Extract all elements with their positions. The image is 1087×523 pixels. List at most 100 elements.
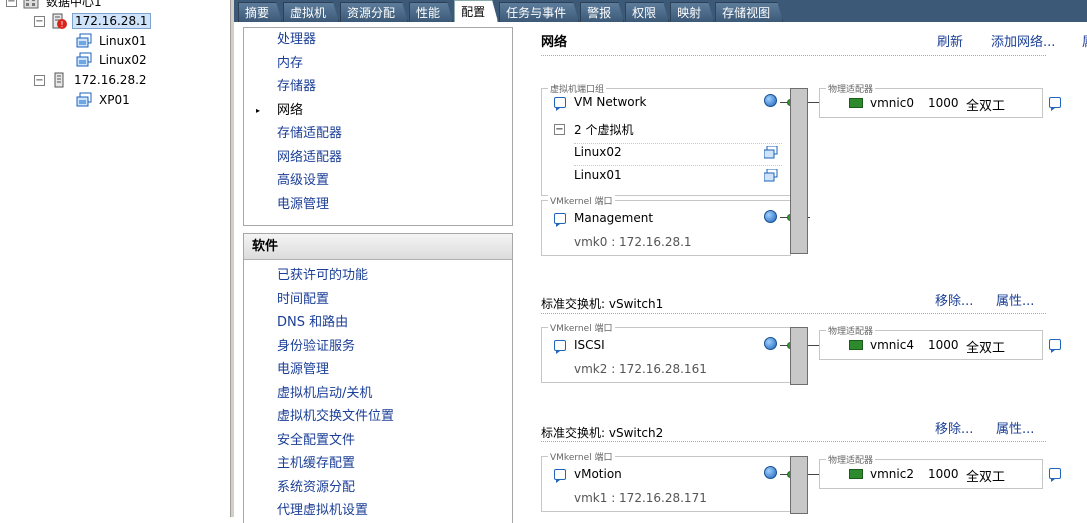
svg-text:!: ! <box>60 20 63 29</box>
hardware-section: 处理器 内存 存储器 ▸ 网络 存储适配器 网络适配器 高级设置 电源管理 <box>243 27 513 226</box>
tab-maps[interactable]: 映射 <box>670 2 714 22</box>
vm-name[interactable]: Linux01 <box>574 168 622 182</box>
software-header: 软件 <box>244 234 512 260</box>
vm-name[interactable]: Linux02 <box>574 145 622 159</box>
nic-name: vmnic2 <box>870 467 914 481</box>
nav-storage[interactable]: 存储器 <box>244 75 512 99</box>
separator <box>541 55 1046 56</box>
separator <box>574 165 782 166</box>
globe-icon[interactable] <box>764 466 777 479</box>
config-nav: 处理器 内存 存储器 ▸ 网络 存储适配器 网络适配器 高级设置 电源管理 软件… <box>243 27 513 523</box>
comment-icon[interactable] <box>1049 468 1061 482</box>
vm-icon <box>76 33 92 49</box>
tree-label-vm: Linux02 <box>99 53 147 67</box>
comment-icon[interactable] <box>1049 97 1061 111</box>
vm-port-group-box: 虚拟机端口组 VM Network − 2 个虚拟机 Linux02 Linux… <box>541 82 791 196</box>
software-section: 软件 已获许可的功能 时间配置 DNS 和路由 身份验证服务 电源管理 虚拟机启… <box>243 233 513 523</box>
globe-icon[interactable] <box>764 337 777 350</box>
tab-summary[interactable]: 摘要 <box>238 2 282 22</box>
tab-resource-allocation[interactable]: 资源分配 <box>340 2 408 22</box>
vmkernel-ip: vmk0 : 172.16.28.1 <box>574 235 692 249</box>
vswitch1-bar <box>790 327 808 385</box>
nav-processors[interactable]: 处理器 <box>244 28 512 52</box>
globe-icon[interactable] <box>764 210 777 223</box>
datacenter-icon <box>23 0 39 9</box>
tree-label-vm: XP01 <box>99 93 130 107</box>
vm-icon <box>76 92 92 108</box>
tab-bar: 摘要 虚拟机 资源分配 性能 配置 任务与事件 警报 权限 映射 存储视图 <box>234 0 1087 22</box>
remove-link[interactable]: 移除... <box>935 290 973 309</box>
vm-icon <box>763 145 778 159</box>
group-legend: VMkernel 端口 <box>548 194 615 207</box>
tree-node-vm-linux02[interactable]: Linux02 <box>76 51 149 69</box>
tab-alarms[interactable]: 警报 <box>580 2 624 22</box>
group-legend: 物理适配器 <box>826 324 876 337</box>
group-legend: 虚拟机端口组 <box>548 82 607 95</box>
nic-icon <box>849 98 863 108</box>
vswitch1-title: 标准交换机: vSwitch1 <box>541 297 664 311</box>
nav-system-resource-allocation[interactable]: 系统资源分配 <box>244 476 512 500</box>
nav-authentication-services[interactable]: 身份验证服务 <box>244 335 512 359</box>
nav-networking[interactable]: ▸ 网络 <box>244 99 512 123</box>
tab-permissions[interactable]: 权限 <box>625 2 669 22</box>
vmkernel-port-box: VMkernel 端口 vMotion vmk1 : 172.16.28.171 <box>541 450 791 512</box>
tree-label-host1: 172.16.28.1 <box>72 13 151 29</box>
separator <box>541 441 1046 442</box>
tab-vms[interactable]: 虚拟机 <box>283 2 339 22</box>
properties-link[interactable]: 属性... <box>996 290 1034 309</box>
collapse-icon[interactable]: − <box>6 0 17 7</box>
comment-icon[interactable] <box>554 97 566 111</box>
nic-speed: 1000 <box>928 338 959 352</box>
nav-memory[interactable]: 内存 <box>244 52 512 76</box>
tree-node-host2[interactable]: − 172.16.28.2 <box>34 71 149 89</box>
separator <box>574 143 782 144</box>
nic-icon <box>849 340 863 350</box>
vswitch2-bar <box>790 456 808 514</box>
vmkernel-name: ISCSI <box>574 338 605 352</box>
tab-configuration[interactable]: 配置 <box>454 0 498 22</box>
collapse-icon[interactable]: − <box>34 74 45 86</box>
host-icon <box>51 72 67 88</box>
tree-node-datacenter[interactable]: − 数据中心1 <box>6 0 104 10</box>
nav-power-management[interactable]: 电源管理 <box>244 193 512 217</box>
collapse-icon[interactable]: − <box>554 124 565 135</box>
vm-count: 2 个虚拟机 <box>574 123 634 137</box>
tree-node-host1[interactable]: − ! 172.16.28.1 <box>34 12 151 30</box>
collapse-icon[interactable]: − <box>34 15 45 27</box>
nav-vm-startup-shutdown[interactable]: 虚拟机启动/关机 <box>244 382 512 406</box>
pane-splitter[interactable] <box>230 0 234 517</box>
tab-performance[interactable]: 性能 <box>409 2 453 22</box>
nic-icon <box>849 469 863 479</box>
properties-link-truncated[interactable]: 属 <box>1082 31 1087 50</box>
comment-icon[interactable] <box>554 469 566 483</box>
nav-network-adapters[interactable]: 网络适配器 <box>244 146 512 170</box>
refresh-link[interactable]: 刷新 <box>937 31 963 50</box>
nav-agent-vm-settings[interactable]: 代理虚拟机设置 <box>244 499 512 523</box>
remove-link[interactable]: 移除... <box>935 418 973 437</box>
nav-storage-adapters[interactable]: 存储适配器 <box>244 122 512 146</box>
nic-duplex: 全双工 <box>966 470 1006 485</box>
tab-tasks-events[interactable]: 任务与事件 <box>499 2 579 22</box>
physical-adapter-box: 物理适配器 vmnic4 1000 全双工 <box>819 324 1043 360</box>
tree-node-vm-linux01[interactable]: Linux01 <box>76 32 149 50</box>
comment-icon[interactable] <box>554 213 566 227</box>
globe-icon[interactable] <box>764 94 777 107</box>
page-title: 网络 <box>541 35 568 50</box>
nav-time-configuration[interactable]: 时间配置 <box>244 288 512 312</box>
group-legend: VMkernel 端口 <box>548 450 615 463</box>
tab-storage-views[interactable]: 存储视图 <box>715 2 783 22</box>
nav-advanced-settings[interactable]: 高级设置 <box>244 169 512 193</box>
properties-link[interactable]: 属性... <box>996 418 1034 437</box>
nav-licensed-features[interactable]: 已获许可的功能 <box>244 264 512 288</box>
nav-vm-swapfile-location[interactable]: 虚拟机交换文件位置 <box>244 405 512 429</box>
comment-icon[interactable] <box>554 340 566 354</box>
comment-icon[interactable] <box>1049 339 1061 353</box>
add-network-link[interactable]: 添加网络... <box>991 31 1055 50</box>
nav-security-profile[interactable]: 安全配置文件 <box>244 429 512 453</box>
tree-node-vm-xp01[interactable]: XP01 <box>76 91 132 109</box>
nav-sw-power-management[interactable]: 电源管理 <box>244 358 512 382</box>
tree-label-host2: 172.16.28.2 <box>74 73 147 87</box>
nav-dns-routing[interactable]: DNS 和路由 <box>244 311 512 335</box>
vswitch0-bar <box>790 88 808 254</box>
nav-host-cache[interactable]: 主机缓存配置 <box>244 452 512 476</box>
